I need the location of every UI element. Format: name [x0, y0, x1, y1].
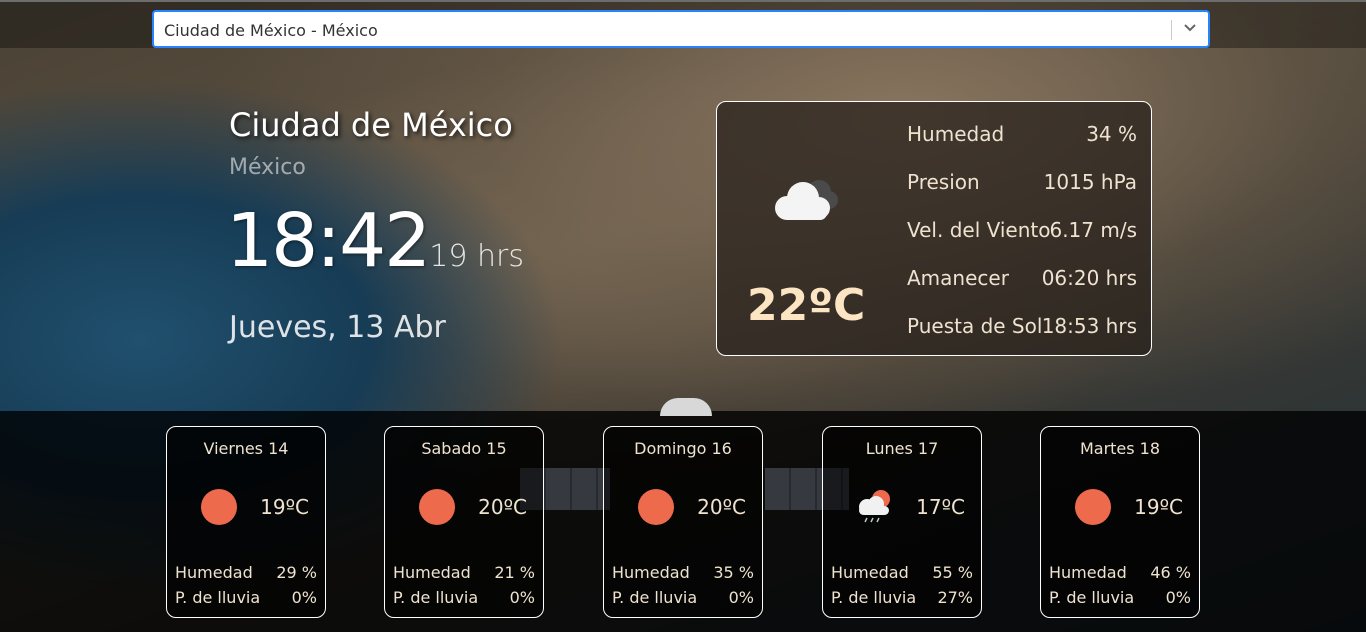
select-divider	[1171, 20, 1172, 40]
chevron-down-icon[interactable]	[1182, 18, 1198, 38]
humidity-label: Humedad	[175, 563, 253, 582]
metric-label: Vel. del Viento	[907, 218, 1051, 242]
metric-wind: Vel. del Viento 6.17 m/s	[907, 216, 1137, 264]
forecast-day: Domingo 16	[634, 439, 732, 458]
city-select-value: Ciudad de México - México	[164, 21, 378, 40]
sun-icon	[419, 489, 455, 525]
rain-label: P. de lluvia	[393, 588, 479, 607]
sun-icon	[638, 489, 674, 525]
clock-time: 18:42	[226, 198, 431, 284]
forecast-card: Sabado 15 20ºC Humedad 21 % P. de lluvia…	[384, 426, 544, 618]
humidity-value: 29 %	[276, 563, 317, 582]
forecast-temp: 17ºC	[916, 495, 965, 519]
rain-label: P. de lluvia	[1049, 588, 1135, 607]
spacecraft-decoration	[660, 398, 712, 416]
metric-value: 18:53 hrs	[1041, 314, 1137, 338]
forecast-temp: 20ºC	[697, 495, 746, 519]
metric-label: Humedad	[907, 122, 1005, 146]
metric-label: Amanecer	[907, 266, 1009, 290]
metric-humidity: Humedad 34 %	[907, 120, 1137, 168]
forecast-card: Domingo 16 20ºC Humedad 35 % P. de lluvi…	[603, 426, 763, 618]
sun-icon	[1075, 489, 1111, 525]
metric-value: 6.17 m/s	[1049, 218, 1137, 242]
current-temperature: 22ºC	[747, 280, 866, 331]
humidity-value: 55 %	[932, 563, 973, 582]
forecast-day: Martes 18	[1079, 439, 1161, 458]
humidity-label: Humedad	[393, 563, 471, 582]
metric-sunrise: Amanecer 06:20 hrs	[907, 264, 1137, 312]
top-bar: Ciudad de México - México	[0, 0, 1366, 48]
clock-suffix: 19 hrs	[429, 239, 524, 274]
forecast-card: Viernes 14 19ºC Humedad 29 % P. de lluvi…	[166, 426, 326, 618]
city-select[interactable]: Ciudad de México - México	[152, 10, 1210, 48]
rain-value: 27%	[937, 588, 973, 607]
rain-label: P. de lluvia	[612, 588, 698, 607]
city-name: Ciudad de México	[229, 106, 513, 144]
forecast-day: Lunes 17	[865, 439, 939, 458]
humidity-label: Humedad	[612, 563, 690, 582]
metrics-list: Humedad 34 % Presion 1015 hPa Vel. del V…	[907, 120, 1137, 360]
metric-value: 34 %	[1086, 122, 1137, 146]
rain-label: P. de lluvia	[831, 588, 917, 607]
metric-pressure: Presion 1015 hPa	[907, 168, 1137, 216]
sun-icon	[201, 489, 237, 525]
forecast-card: Lunes 17 17ºC Humedad 55 % P. de lluvia …	[822, 426, 982, 618]
metric-label: Puesta de Sol	[907, 314, 1043, 338]
rain-value: 0%	[728, 588, 754, 607]
forecast-temp: 19ºC	[1134, 495, 1183, 519]
cloud-icon	[775, 180, 838, 220]
humidity-value: 46 %	[1150, 563, 1191, 582]
humidity-value: 21 %	[494, 563, 535, 582]
clock: 18:4219 hrs	[226, 198, 524, 284]
rain-value: 0%	[291, 588, 317, 607]
metric-value: 06:20 hrs	[1041, 266, 1137, 290]
current-weather-card: 22ºC Humedad 34 % Presion 1015 hPa Vel. …	[716, 101, 1152, 356]
forecast-day: Viernes 14	[203, 439, 289, 458]
forecast-temp: 19ºC	[260, 495, 309, 519]
humidity-value: 35 %	[713, 563, 754, 582]
country-name: México	[229, 155, 306, 180]
forecast-temp: 20ºC	[478, 495, 527, 519]
rain-value: 0%	[509, 588, 535, 607]
humidity-label: Humedad	[831, 563, 909, 582]
current-date: Jueves, 13 Abr	[229, 310, 446, 345]
sun-rain-cloud-icon	[859, 490, 890, 523]
rain-value: 0%	[1165, 588, 1191, 607]
metric-sunset: Puesta de Sol 18:53 hrs	[907, 312, 1137, 360]
metric-value: 1015 hPa	[1043, 170, 1137, 194]
forecast-card: Martes 18 19ºC Humedad 46 % P. de lluvia…	[1040, 426, 1200, 618]
forecast-day: Sabado 15	[421, 439, 507, 458]
metric-label: Presion	[907, 170, 980, 194]
rain-label: P. de lluvia	[175, 588, 261, 607]
humidity-label: Humedad	[1049, 563, 1127, 582]
